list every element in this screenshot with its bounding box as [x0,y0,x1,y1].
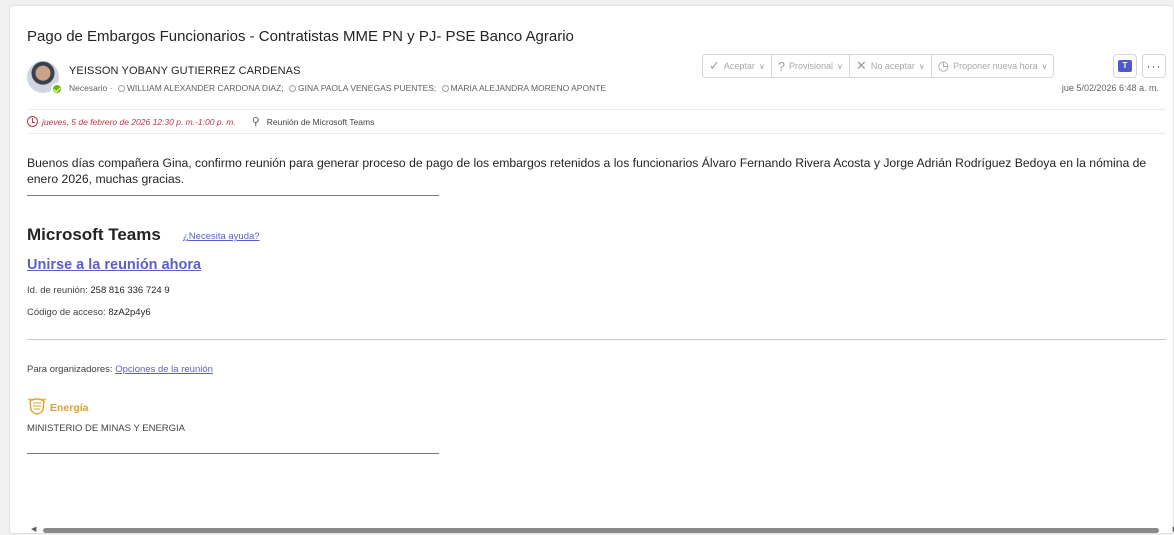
chevron-down-icon: ∨ [837,61,843,71]
tentative-label: Provisional [789,61,834,71]
meeting-id-label: Id. de reunión: [27,285,88,296]
meeting-id-line: Id. de reunión: 258 816 336 724 9 [27,285,170,296]
teams-icon: T [1118,60,1132,72]
propose-label: Proponer nueva hora [953,61,1038,71]
teams-chat-button[interactable]: T [1113,54,1137,78]
clock-icon: ◷ [937,58,950,73]
recipient-item[interactable]: WILLIAM ALEXANDER CARDONA DIAZ; [127,83,284,93]
divider [27,133,1166,134]
divider [27,109,1166,110]
help-link[interactable]: ¿Necesita ayuda? [183,231,260,242]
tentative-button[interactable]: ? Provisional ∨ [772,55,850,77]
accept-button[interactable]: ✓ Aceptar ∨ [703,55,772,77]
passcode-label: Código de acceso: [27,307,106,318]
meeting-location: Reunión de Microsoft Teams [266,116,375,127]
chevron-down-icon: ∨ [1041,61,1048,71]
recipient-status-icon [289,85,297,92]
decline-label: No aceptar [870,61,915,71]
meeting-options-link[interactable]: Opciones de la reunión [115,364,213,375]
chevron-down-icon: ∨ [758,61,765,71]
meeting-id-value: 258 816 336 724 9 [90,285,170,296]
message-body-text: Buenos días compañera Gina, confirmo reu… [27,156,1147,186]
checkmark-icon: ✓ [709,58,720,73]
coat-of-arms-icon [27,398,47,415]
ministry-logo: Energía [27,397,89,419]
recipient-item[interactable]: MARIA ALEJANDRA MORENO APONTE [451,83,606,93]
required-label: Necesario · [69,83,113,93]
passcode-value: 8zA2p4y6 [108,307,151,318]
passcode-line: Código de acceso: 8zA2p4y6 [27,307,151,318]
message-subject: Pago de Embargos Funcionarios - Contrati… [27,28,574,45]
question-mark-icon: ? [777,58,786,74]
meeting-info: jueves, 5 de febrero de 2026 12:30 p. m.… [27,115,374,128]
meeting-response-toolbar: ✓ Aceptar ∨ ? Provisional ∨ ✕ No aceptar… [702,54,1055,78]
accept-label: Aceptar [723,61,755,71]
propose-new-time-button[interactable]: ◷ Proponer nueva hora ∨ [932,55,1054,77]
decline-button[interactable]: ✕ No aceptar ∨ [850,55,932,77]
signature-rule [27,195,439,196]
recipients-line: Necesario · WILLIAM ALEXANDER CARDONA DI… [69,83,606,93]
sender-name[interactable]: YEISSON YOBANY GUTIERREZ CARDENAS [69,65,301,77]
received-date: jue 5/02/2026 6:48 a. m. [1061,83,1159,93]
recipient-status-icon [441,85,449,92]
ministry-name: MINISTERIO DE MINAS Y ENERGIA [27,423,186,434]
sender-avatar[interactable] [27,61,63,95]
presence-available-icon [51,83,63,95]
meeting-time: jueves, 5 de febrero de 2026 12:30 p. m.… [42,116,236,127]
recipient-item[interactable]: GINA PAOLA VENEGAS PUENTES; [298,83,436,93]
dismiss-icon: ✕ [855,58,867,73]
chevron-down-icon: ∨ [918,61,925,71]
more-actions-button[interactable]: ··· [1142,54,1166,78]
logo-wordmark: Energía [50,402,89,414]
recipient-status-icon [117,85,125,92]
signature-rule [27,453,439,454]
join-meeting-link[interactable]: Unirse a la reunión ahora [27,257,201,273]
teams-heading: Microsoft Teams [27,225,161,244]
divider [27,339,1166,340]
horizontal-scroll-thumb[interactable] [43,528,1159,533]
clock-icon [27,116,38,127]
organizers-line: Para organizadores: Opciones de la reuni… [27,364,213,375]
scroll-left-arrow-icon[interactable]: ◀ [31,525,36,533]
reading-pane: Pago de Embargos Funcionarios - Contrati… [9,5,1174,534]
location-pin-icon: ⚲ [251,116,260,128]
organizers-label: Para organizadores: [27,364,113,375]
